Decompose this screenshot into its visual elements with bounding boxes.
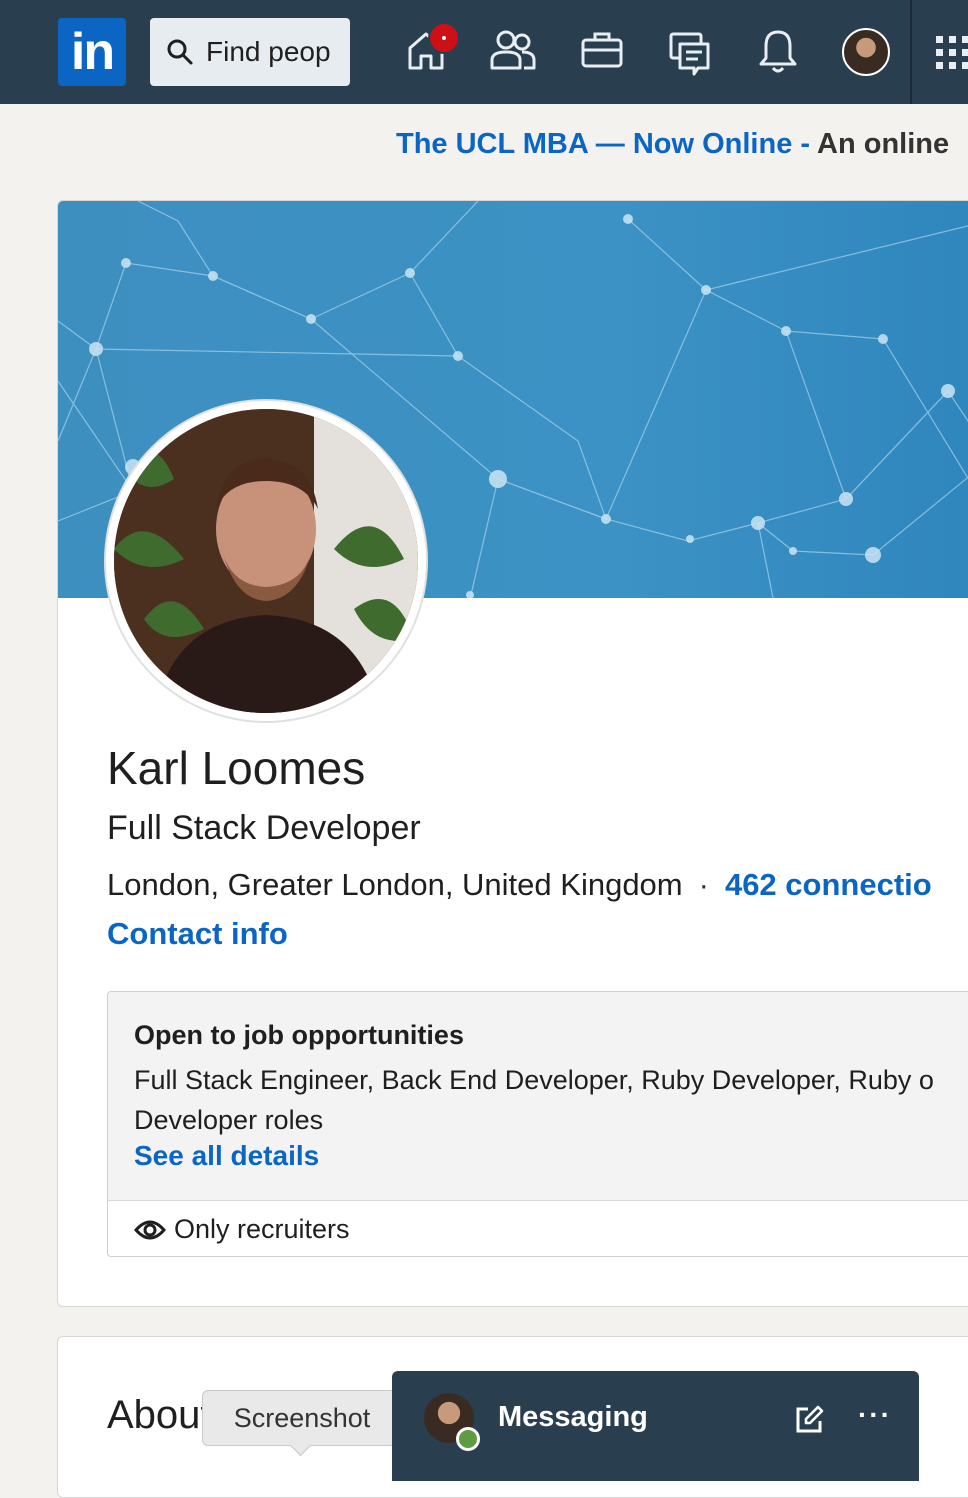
- portrait-illustration: [114, 409, 418, 713]
- location-row: London, Greater London, United Kingdom · 4…: [107, 867, 932, 903]
- contact-info-link[interactable]: Contact info: [107, 916, 288, 952]
- visibility-row: Only recruiters: [134, 1214, 350, 1245]
- jobs-icon[interactable]: [580, 28, 624, 72]
- eye-icon: [134, 1220, 166, 1239]
- sponsored-ad-line[interactable]: The UCL MBA — Now Online - An online: [396, 128, 949, 161]
- open-to-work-box: Open to job opportunities Full Stack Eng…: [107, 991, 968, 1257]
- apps-grid-icon[interactable]: [936, 36, 968, 70]
- messaging-bar[interactable]: Messaging ···: [392, 1371, 919, 1481]
- profile-name: Karl Loomes: [107, 742, 366, 794]
- open-to-work-details: Open to job opportunities Full Stack Eng…: [108, 992, 968, 1201]
- profile-photo[interactable]: [106, 401, 426, 721]
- search-box[interactable]: Find peop: [150, 18, 350, 86]
- screenshot-tooltip: Screenshot: [202, 1390, 402, 1446]
- nav-divider: [910, 0, 912, 104]
- messaging-label[interactable]: Messaging: [498, 1401, 648, 1434]
- linkedin-logo[interactable]: in: [58, 18, 126, 86]
- open-to-work-title: Open to job opportunities: [134, 1020, 464, 1050]
- profile-card: Karl Loomes Full Stack Developer London,…: [57, 200, 968, 1307]
- notifications-icon[interactable]: [756, 28, 800, 74]
- me-avatar[interactable]: [842, 28, 890, 76]
- search-icon: [167, 39, 193, 65]
- ad-text: An online: [817, 128, 950, 160]
- more-options-icon[interactable]: ···: [858, 1399, 892, 1431]
- visibility-text: Only recruiters: [174, 1214, 350, 1244]
- top-nav-bar: in Find peop: [0, 0, 968, 104]
- profile-photo-image: [114, 409, 418, 713]
- my-network-icon[interactable]: [488, 28, 538, 72]
- search-input[interactable]: Find peop: [206, 18, 346, 86]
- online-status-dot: [456, 1427, 480, 1451]
- see-all-details-link[interactable]: See all details: [134, 1140, 319, 1172]
- separator-dot: ·: [698, 867, 709, 902]
- profile-headline: Full Stack Developer: [107, 809, 421, 847]
- profile-location: London, Greater London, United Kingdom: [107, 867, 683, 902]
- about-title: About: [107, 1393, 212, 1437]
- notification-badge: [428, 22, 460, 54]
- connections-link[interactable]: 462 connectio: [725, 867, 932, 902]
- ad-link[interactable]: The UCL MBA — Now Online -: [396, 128, 810, 160]
- messaging-icon[interactable]: [668, 28, 712, 76]
- open-to-work-roles: Full Stack Engineer, Back End Developer,…: [134, 1065, 934, 1135]
- compose-message-icon[interactable]: [794, 1405, 824, 1435]
